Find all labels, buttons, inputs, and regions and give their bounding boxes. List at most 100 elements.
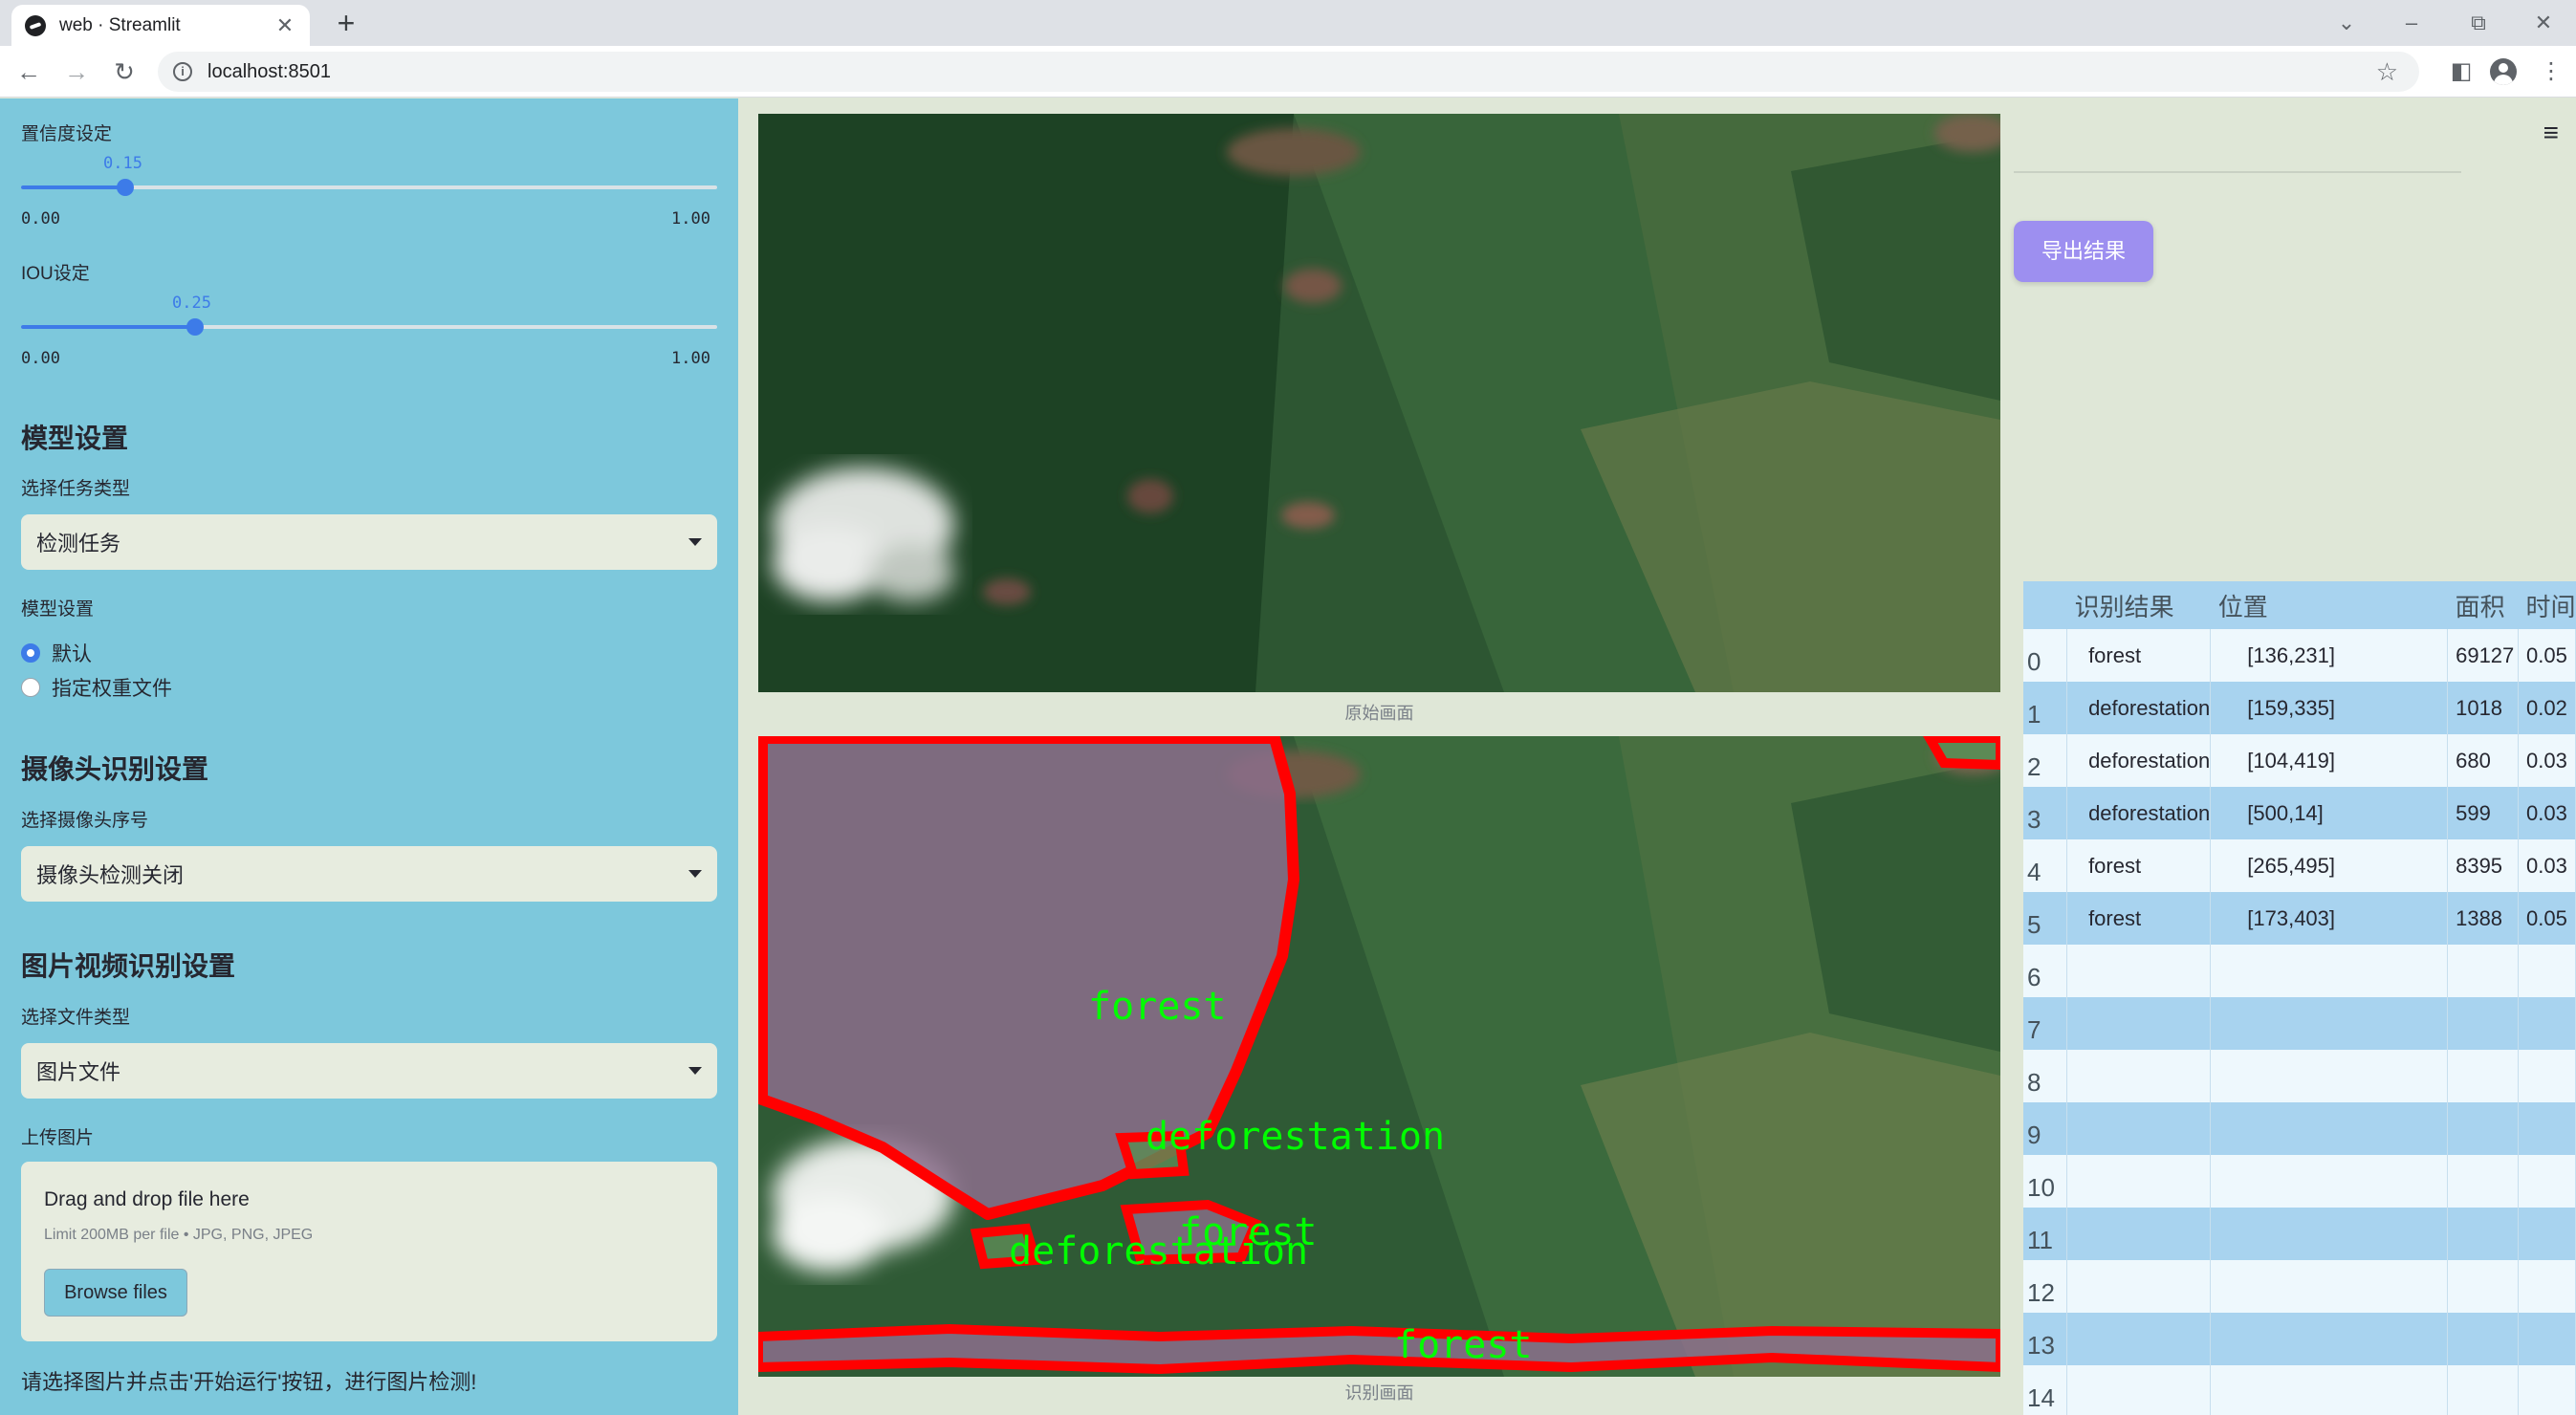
row-position: [2210, 997, 2449, 1050]
row-area: 1018: [2447, 682, 2519, 734]
row-time: 0.03: [2518, 839, 2576, 892]
row-index: 10: [2023, 1155, 2068, 1208]
col-position-header[interactable]: 位置: [2210, 581, 2448, 629]
task-type-label: 选择任务类型: [21, 479, 131, 499]
row-position: [104,419]: [2210, 734, 2449, 787]
back-arrow-icon[interactable]: ←: [11, 54, 46, 89]
row-position: [2210, 1050, 2449, 1102]
side-panel-icon[interactable]: ◧: [2444, 54, 2478, 89]
iou-label: IOU设定: [21, 264, 90, 284]
browser-tab[interactable]: web · Streamlit ✕: [11, 5, 310, 46]
browse-files-button[interactable]: Browse files: [44, 1269, 187, 1317]
row-index: 8: [2023, 1050, 2068, 1102]
confidence-label: 置信度设定: [21, 124, 113, 144]
tab-close-icon[interactable]: ✕: [273, 13, 296, 38]
file-dropzone[interactable]: Drag and drop file here Limit 200MB per …: [21, 1162, 717, 1341]
row-area: [2447, 1208, 2519, 1260]
confidence-slider-thumb[interactable]: [117, 179, 134, 196]
restore-button[interactable]: ⧉: [2459, 6, 2498, 40]
original-caption: 原始画面: [1344, 704, 1414, 723]
profile-icon[interactable]: [2486, 54, 2521, 89]
minimize-button[interactable]: –: [2392, 6, 2431, 40]
iou-slider[interactable]: [21, 318, 717, 336]
new-tab-button[interactable]: +: [329, 6, 363, 40]
row-position: [265,495]: [2210, 839, 2449, 892]
table-row[interactable]: 12: [2023, 1260, 2576, 1313]
table-row[interactable]: 7: [2023, 997, 2576, 1050]
row-class: [2066, 1313, 2212, 1365]
url-omnibox[interactable]: i localhost:8501 ☆: [158, 52, 2419, 92]
table-row[interactable]: 14: [2023, 1365, 2576, 1415]
row-class: [2066, 1050, 2212, 1102]
row-time: [2518, 1050, 2576, 1102]
confidence-slider-fill: [21, 185, 125, 189]
address-bar: ← → ↻ i localhost:8501 ☆ ◧ ⋮: [0, 46, 2576, 98]
row-position: [2210, 1313, 2449, 1365]
row-position: [159,335]: [2210, 682, 2449, 734]
results-panel: ≡ 导出结果 识别结果 位置 面积 时间 0 forest [136,231] 691…: [2014, 98, 2576, 1415]
row-index: 5: [2023, 892, 2068, 945]
model-settings-heading: 模型设置: [21, 424, 129, 453]
row-index: 2: [2023, 734, 2068, 787]
radio-unselected-icon: [21, 678, 40, 697]
row-index: 9: [2023, 1102, 2068, 1155]
table-row[interactable]: 11: [2023, 1208, 2576, 1260]
media-settings-heading: 图片视频识别设置: [21, 951, 236, 981]
table-row[interactable]: 10: [2023, 1155, 2576, 1208]
model-config-label: 模型设置: [21, 599, 95, 620]
table-row[interactable]: 3 deforestation [500,14] 599 0.03: [2023, 787, 2576, 839]
table-row[interactable]: 4 forest [265,495] 8395 0.03: [2023, 839, 2576, 892]
row-area: [2447, 945, 2519, 997]
row-class: deforestation: [2066, 682, 2212, 734]
row-class: deforestation: [2066, 787, 2212, 839]
col-class-header[interactable]: 识别结果: [2066, 581, 2211, 629]
close-window-button[interactable]: ✕: [2524, 6, 2563, 40]
site-info-icon[interactable]: i: [173, 62, 192, 81]
sidebar: 置信度设定 0.15 0.00 1.00 IOU设定 0.25 0.00 1.0…: [0, 98, 738, 1415]
reload-icon[interactable]: ↻: [107, 54, 142, 89]
table-row[interactable]: 9: [2023, 1102, 2576, 1155]
satellite-image-detected: forest deforestation forest deforestatio…: [758, 736, 2000, 1377]
table-header-row: 识别结果 位置 面积 时间: [2023, 581, 2576, 629]
bookmark-star-icon[interactable]: ☆: [2376, 57, 2398, 87]
row-time: [2518, 1313, 2576, 1365]
row-time: [2518, 945, 2576, 997]
col-time-header[interactable]: 时间: [2518, 581, 2576, 629]
table-row[interactable]: 0 forest [136,231] 69127 0.05: [2023, 629, 2576, 682]
table-row[interactable]: 13: [2023, 1313, 2576, 1365]
sidebar-instruction: 请选择图片并点击'开始运行'按钮，进行图片检测!: [21, 1370, 477, 1394]
row-class: deforestation: [2066, 734, 2212, 787]
radio-custom-weights[interactable]: 指定权重文件: [21, 673, 172, 702]
radio-default-weights[interactable]: 默认: [21, 639, 92, 667]
row-index: 13: [2023, 1313, 2068, 1365]
table-row[interactable]: 5 forest [173,403] 1388 0.05: [2023, 892, 2576, 945]
dropzone-limit: Limit 200MB per file • JPG, PNG, JPEG: [44, 1227, 314, 1243]
task-type-select[interactable]: 检测任务: [21, 514, 717, 570]
table-row[interactable]: 8: [2023, 1050, 2576, 1102]
chevron-down-icon: [688, 538, 702, 546]
col-area-header[interactable]: 面积: [2447, 581, 2519, 629]
hamburger-menu-icon[interactable]: ≡: [2543, 118, 2559, 148]
row-index: 3: [2023, 787, 2068, 839]
file-type-select[interactable]: 图片文件: [21, 1043, 717, 1099]
camera-index-select[interactable]: 摄像头检测关闭: [21, 846, 717, 902]
forward-arrow-icon[interactable]: →: [59, 54, 94, 89]
confidence-min: 0.00: [21, 209, 60, 229]
tab-search-icon[interactable]: ⌄: [2327, 6, 2366, 40]
row-index: 4: [2023, 839, 2068, 892]
row-area: [2447, 997, 2519, 1050]
detected-caption: 识别画面: [1344, 1383, 1414, 1403]
iou-slider-thumb[interactable]: [186, 318, 204, 336]
col-index-header[interactable]: [2023, 581, 2067, 629]
table-row[interactable]: 1 deforestation [159,335] 1018 0.02: [2023, 682, 2576, 734]
iou-value: 0.25: [172, 294, 211, 313]
confidence-slider[interactable]: [21, 179, 717, 196]
browser-menu-icon[interactable]: ⋮: [2534, 54, 2568, 89]
table-row[interactable]: 2 deforestation [104,419] 680 0.03: [2023, 734, 2576, 787]
table-row[interactable]: 6: [2023, 945, 2576, 997]
browser-tab-bar: web · Streamlit ✕ + ⌄ – ⧉ ✕: [0, 0, 2576, 46]
export-results-button[interactable]: 导出结果: [2014, 221, 2153, 282]
row-area: 680: [2447, 734, 2519, 787]
row-time: 0.05: [2518, 629, 2576, 682]
overlay-label-forest-1: forest: [1088, 985, 1227, 1029]
